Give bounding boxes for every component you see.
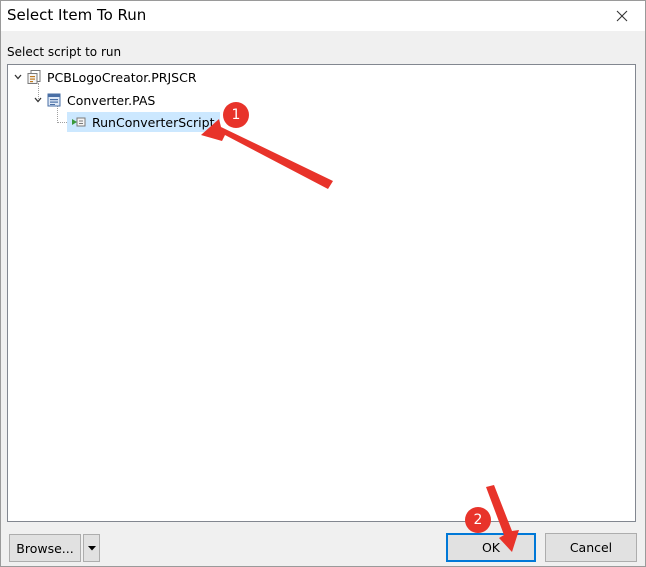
title-bar: Select Item To Run	[1, 1, 645, 31]
cancel-button-label: Cancel	[569, 540, 613, 555]
script-tree[interactable]: PCBLogoCreator.PRJSCR Converter.PAS RunC…	[7, 64, 636, 522]
annotation-badge-1: 1	[223, 102, 249, 128]
browse-button-label: Browse...	[16, 540, 74, 556]
run-converter-script-label: RunConverterScript	[92, 114, 215, 130]
window-title: Select Item To Run	[7, 6, 147, 24]
cancel-button[interactable]: Cancel	[545, 533, 637, 562]
chevron-down-icon[interactable]	[32, 94, 44, 106]
tree-node-project[interactable]: PCBLogoCreator.PRJSCR	[12, 67, 199, 87]
close-button[interactable]	[599, 1, 645, 31]
browse-dropdown-button[interactable]	[83, 534, 100, 562]
script-project-icon	[26, 69, 42, 85]
browse-button[interactable]: Browse...	[9, 534, 81, 562]
select-script-label: Select script to run	[7, 45, 122, 59]
triangle-down-icon	[87, 545, 96, 550]
tree-node-run-converter-script[interactable]: RunConverterScript	[67, 112, 221, 132]
pascal-file-icon	[46, 92, 62, 108]
selected-item[interactable]: RunConverterScript	[67, 112, 221, 132]
converter-label: Converter.PAS	[67, 92, 156, 108]
chevron-down-icon[interactable]	[12, 71, 24, 83]
project-label: PCBLogoCreator.PRJSCR	[47, 69, 197, 85]
close-icon	[616, 10, 628, 22]
ok-button-label: OK	[481, 540, 501, 555]
ok-button[interactable]: OK	[446, 533, 536, 562]
tree-node-converter[interactable]: Converter.PAS	[32, 90, 157, 110]
tree-connector	[57, 122, 67, 123]
select-item-dialog: Select Item To Run Select script to run	[0, 0, 646, 567]
annotation-badge-2: 2	[465, 507, 491, 533]
run-procedure-icon	[71, 114, 87, 130]
